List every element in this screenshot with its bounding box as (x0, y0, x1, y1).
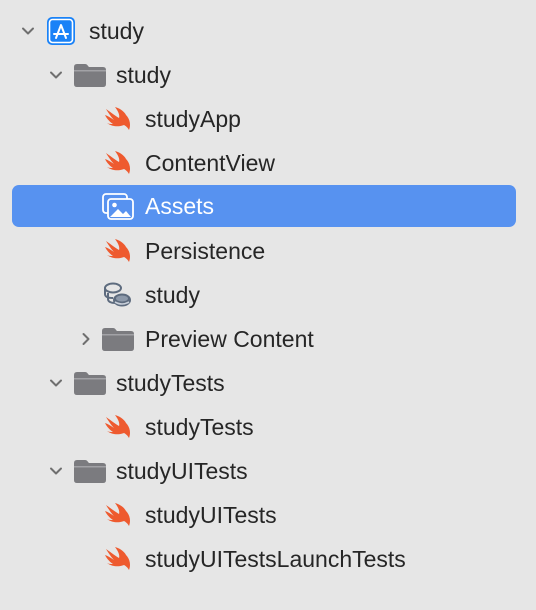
tree-row-file-studytests[interactable]: studyTests (0, 405, 536, 449)
tree-row-label: studyTests (116, 370, 225, 396)
tree-row-file-studyapp[interactable]: studyApp (0, 97, 536, 141)
tree-row-label: study (116, 62, 171, 88)
tree-row-label: study (89, 18, 144, 44)
asset-catalog-icon (102, 193, 134, 220)
chevron-down-icon[interactable] (20, 23, 36, 39)
tree-row-file-studyuitests[interactable]: studyUITests (0, 493, 536, 537)
tree-row-file-studyuitestslaunchtests[interactable]: studyUITestsLaunchTests (0, 537, 536, 581)
tree-row-label: studyUITests (116, 458, 248, 484)
project-navigator: study study studyApp ContentView Assets … (0, 0, 536, 610)
tree-row-file-contentview[interactable]: ContentView (0, 141, 536, 185)
tree-row-label: studyUITestsLaunchTests (145, 546, 406, 572)
folder-icon (74, 372, 106, 395)
tree-row-label: ContentView (145, 150, 275, 176)
tree-row-project-study[interactable]: study (0, 9, 536, 53)
tree-row-label: studyUITests (145, 502, 277, 528)
selection-highlight (12, 185, 516, 227)
folder-icon (102, 328, 134, 351)
core-data-model-icon (104, 282, 131, 307)
folder-icon (74, 64, 106, 87)
swift-file-icon (105, 107, 130, 130)
tree-row-file-persistence[interactable]: Persistence (0, 229, 536, 273)
chevron-right-icon[interactable] (78, 331, 94, 347)
tree-row-label: Preview Content (145, 326, 314, 352)
tree-row-folder-study[interactable]: study (0, 53, 536, 97)
tree-row-label: studyApp (145, 106, 241, 132)
chevron-down-icon[interactable] (48, 67, 64, 83)
tree-row-folder-studytests[interactable]: studyTests (0, 361, 536, 405)
folder-icon (74, 460, 106, 483)
tree-row-file-assets[interactable]: Assets (0, 184, 536, 228)
swift-file-icon (105, 239, 130, 262)
tree-row-label: Persistence (145, 238, 266, 264)
swift-file-icon (105, 547, 130, 570)
tree-row-label: study (145, 282, 200, 308)
tree-row-folder-preview-content[interactable]: Preview Content (0, 317, 536, 361)
chevron-down-icon[interactable] (48, 375, 64, 391)
tree-row-file-datamodel[interactable]: study (0, 273, 536, 317)
tree-row-label: studyTests (145, 414, 254, 440)
tree-row-label: Assets (145, 193, 215, 219)
chevron-down-icon[interactable] (48, 463, 64, 479)
swift-file-icon (105, 151, 130, 174)
swift-file-icon (105, 503, 130, 526)
swift-file-icon (105, 415, 130, 438)
xcode-project-icon (47, 17, 75, 45)
tree-row-folder-studyuitests[interactable]: studyUITests (0, 449, 536, 493)
